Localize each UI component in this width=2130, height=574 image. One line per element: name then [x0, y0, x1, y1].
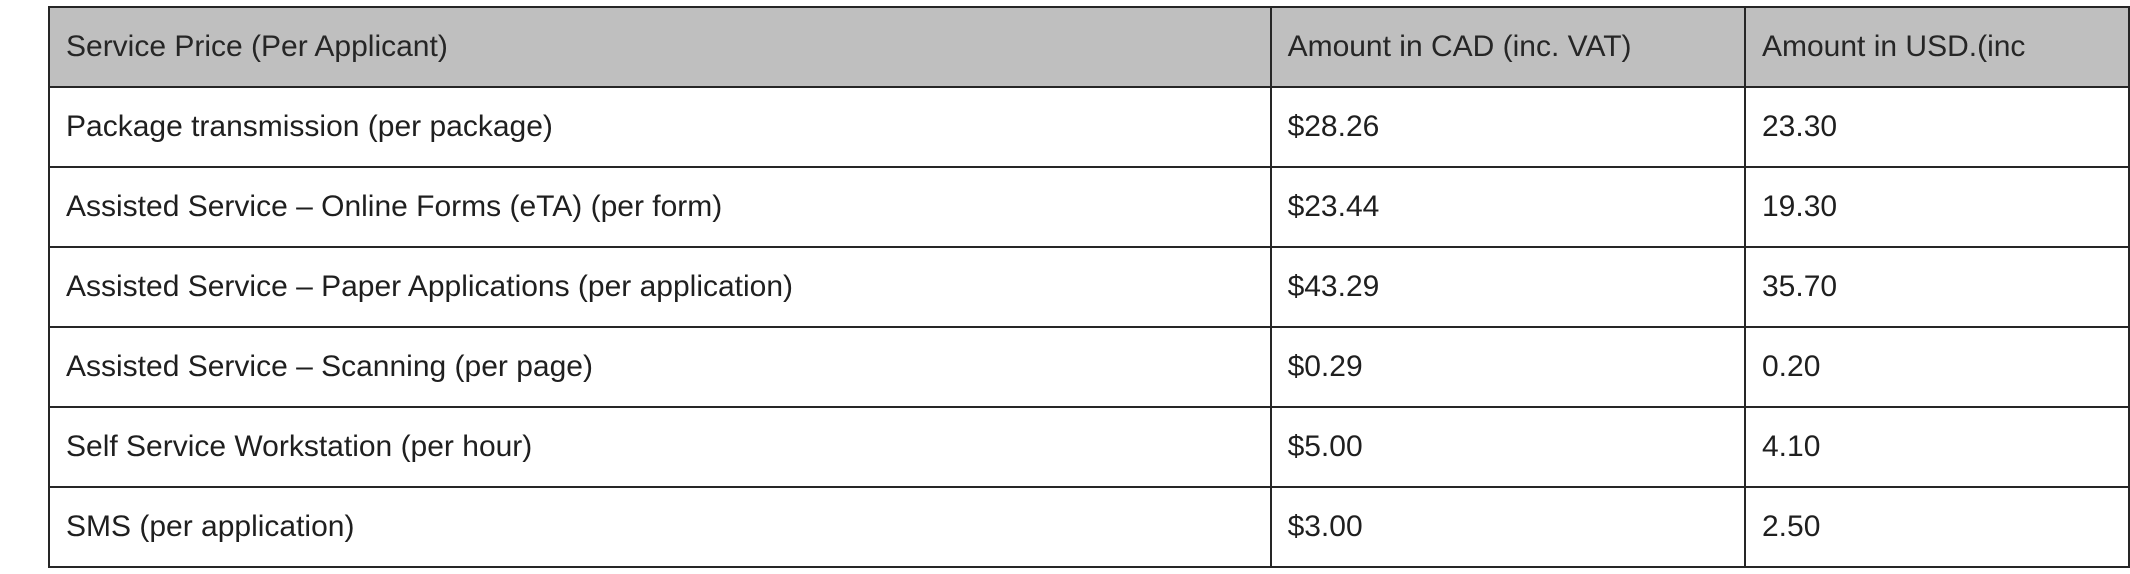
table-row: Self Service Workstation (per hour) $5.0…	[48, 406, 2130, 488]
table-row: Package transmission (per package) $28.2…	[48, 86, 2130, 168]
service-name-cell: Assisted Service – Paper Applications (p…	[48, 246, 1272, 328]
header-amount-cad: Amount in CAD (inc. VAT)	[1269, 6, 1747, 88]
amount-usd-cell: 4.10	[1744, 406, 2130, 488]
amount-cad-cell: $43.29	[1269, 246, 1747, 328]
amount-usd-cell: 35.70	[1744, 246, 2130, 328]
service-name-cell: SMS (per application)	[48, 486, 1272, 568]
table-row: Assisted Service – Online Forms (eTA) (p…	[48, 166, 2130, 248]
table-row: SMS (per application) $3.00 2.50	[48, 486, 2130, 568]
header-service-price: Service Price (Per Applicant)	[48, 6, 1272, 88]
amount-cad-cell: $23.44	[1269, 166, 1747, 248]
amount-usd-cell: 0.20	[1744, 326, 2130, 408]
table-header-row: Service Price (Per Applicant) Amount in …	[48, 6, 2130, 88]
table-row: Assisted Service – Scanning (per page) $…	[48, 326, 2130, 408]
amount-usd-cell: 2.50	[1744, 486, 2130, 568]
service-name-cell: Assisted Service – Online Forms (eTA) (p…	[48, 166, 1272, 248]
amount-usd-cell: 23.30	[1744, 86, 2130, 168]
amount-cad-cell: $0.29	[1269, 326, 1747, 408]
service-name-cell: Self Service Workstation (per hour)	[48, 406, 1272, 488]
header-amount-usd: Amount in USD.(inc	[1744, 6, 2130, 88]
amount-cad-cell: $5.00	[1269, 406, 1747, 488]
amount-cad-cell: $28.26	[1269, 86, 1747, 168]
service-name-cell: Package transmission (per package)	[48, 86, 1272, 168]
table-row: Assisted Service – Paper Applications (p…	[48, 246, 2130, 328]
service-name-cell: Assisted Service – Scanning (per page)	[48, 326, 1272, 408]
amount-usd-cell: 19.30	[1744, 166, 2130, 248]
service-price-table: Service Price (Per Applicant) Amount in …	[48, 6, 2130, 568]
amount-cad-cell: $3.00	[1269, 486, 1747, 568]
